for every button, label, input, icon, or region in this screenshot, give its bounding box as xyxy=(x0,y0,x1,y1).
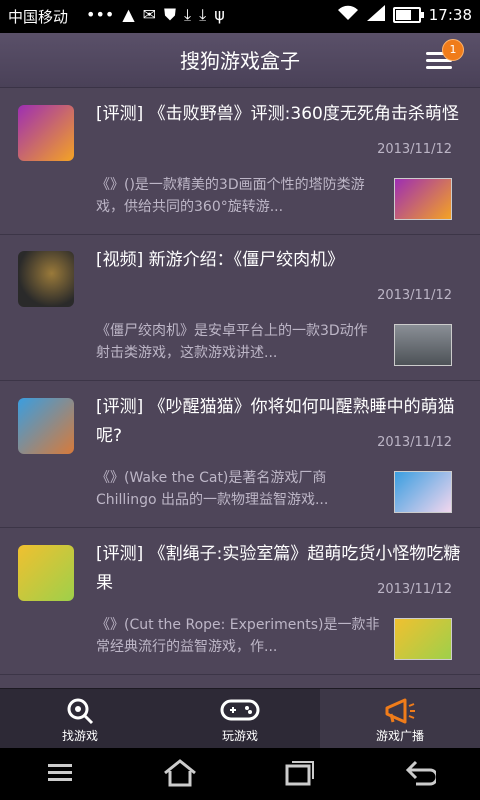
item-summary: 《僵尸绞肉机》是安卓平台上的一款3D动作射击类游戏，这款游戏讲述... xyxy=(96,323,368,361)
battery-icon xyxy=(392,7,424,23)
game-thumbnail xyxy=(18,105,74,161)
menu-button[interactable]: 1 xyxy=(426,39,464,73)
summary-image xyxy=(394,178,452,220)
tab-label: 游戏广播 xyxy=(375,729,424,743)
tab-play-games[interactable]: 玩游戏 xyxy=(160,689,320,749)
item-summary: 《》(Cut the Rope: Experiments)是一款非常经典流行的益… xyxy=(96,617,380,655)
search-game-icon xyxy=(65,696,95,730)
signal-icon xyxy=(366,5,385,25)
list-item[interactable]: [评测] 《割绳子:实验室篇》超萌吃货小怪物吃糖果 2013/11/12 《》(… xyxy=(0,528,480,675)
carrier-label: 中国移动 xyxy=(8,8,69,26)
item-title: [视频] 新游介绍：《僵尸绞肉机》 xyxy=(96,250,345,270)
tab-game-broadcast[interactable]: 游戏广播 xyxy=(320,689,480,749)
summary-image xyxy=(394,324,452,366)
item-date: 2013/11/12 xyxy=(377,435,452,450)
status-bar: 中国移动 ••• ▲ ✉ ⛊ ⤓ ⤓ ψ 17:38 xyxy=(0,0,480,33)
recent-apps-icon[interactable] xyxy=(284,758,316,792)
usb-icon: ψ xyxy=(214,5,225,24)
gamepad-icon xyxy=(220,696,260,728)
item-date: 2013/11/12 xyxy=(377,142,452,157)
list-item[interactable]: [评测] 《吵醒猫猫》你将如何叫醒熟睡中的萌猫呢? 2013/11/12 《》(… xyxy=(0,381,480,528)
list-item[interactable]: [视频] 新游介绍：《僵尸绞肉机》 2013/11/12 《僵尸绞肉机》是安卓平… xyxy=(0,234,480,381)
page-title: 搜狗游戏盒子 xyxy=(180,49,300,73)
download-icon: ⤓ xyxy=(184,5,192,24)
clock: 17:38 xyxy=(428,6,472,24)
game-thumbnail xyxy=(18,251,74,307)
warning-icon: ▲ xyxy=(122,5,135,24)
home-icon[interactable] xyxy=(162,758,198,792)
menu-icon-bar xyxy=(426,66,452,69)
menu-icon[interactable] xyxy=(46,758,74,790)
download-icon: ⤓ xyxy=(199,5,207,24)
game-thumbnail xyxy=(18,398,74,454)
mail-icon: ✉ xyxy=(142,5,157,24)
summary-image xyxy=(394,618,452,660)
summary-image xyxy=(394,471,452,513)
more-dots-icon: ••• xyxy=(86,5,115,24)
item-date: 2013/11/12 xyxy=(377,288,452,303)
item-date: 2013/11/12 xyxy=(377,582,452,597)
tab-label: 找游戏 xyxy=(61,729,98,743)
tab-label: 玩游戏 xyxy=(221,729,258,743)
megaphone-icon xyxy=(383,696,417,730)
back-icon[interactable] xyxy=(404,758,439,792)
notification-badge: 1 xyxy=(442,39,464,61)
list-item[interactable]: [评测] 《击败野兽》评测:360度无死角击杀萌怪 2013/11/12 《》(… xyxy=(0,88,480,235)
item-title: [评测] 《击败野兽》评测:360度无死角击杀萌怪 xyxy=(96,104,459,124)
app-header: 搜狗游戏盒子 1 xyxy=(0,33,480,88)
game-thumbnail xyxy=(18,545,74,601)
wifi-icon xyxy=(337,5,359,25)
item-summary: 《》(Wake the Cat)是著名游戏厂商Chillingo 出品的一款物理… xyxy=(96,470,329,508)
shield-icon: ⛊ xyxy=(164,5,177,24)
status-right: 17:38 xyxy=(337,5,472,25)
system-nav-bar xyxy=(0,748,480,800)
notification-icons: ••• ▲ ✉ ⛊ ⤓ ⤓ ψ xyxy=(86,5,225,25)
item-summary: 《》()是一款精美的3D画面个性的塔防类游戏，供给共同的360°旋转游... xyxy=(96,177,365,215)
news-list[interactable]: [评测] 《击败野兽》评测:360度无死角击杀萌怪 2013/11/12 《》(… xyxy=(0,88,480,688)
bottom-tab-bar: 找游戏 玩游戏 游戏广播 xyxy=(0,688,480,749)
tab-find-games[interactable]: 找游戏 xyxy=(0,689,160,749)
